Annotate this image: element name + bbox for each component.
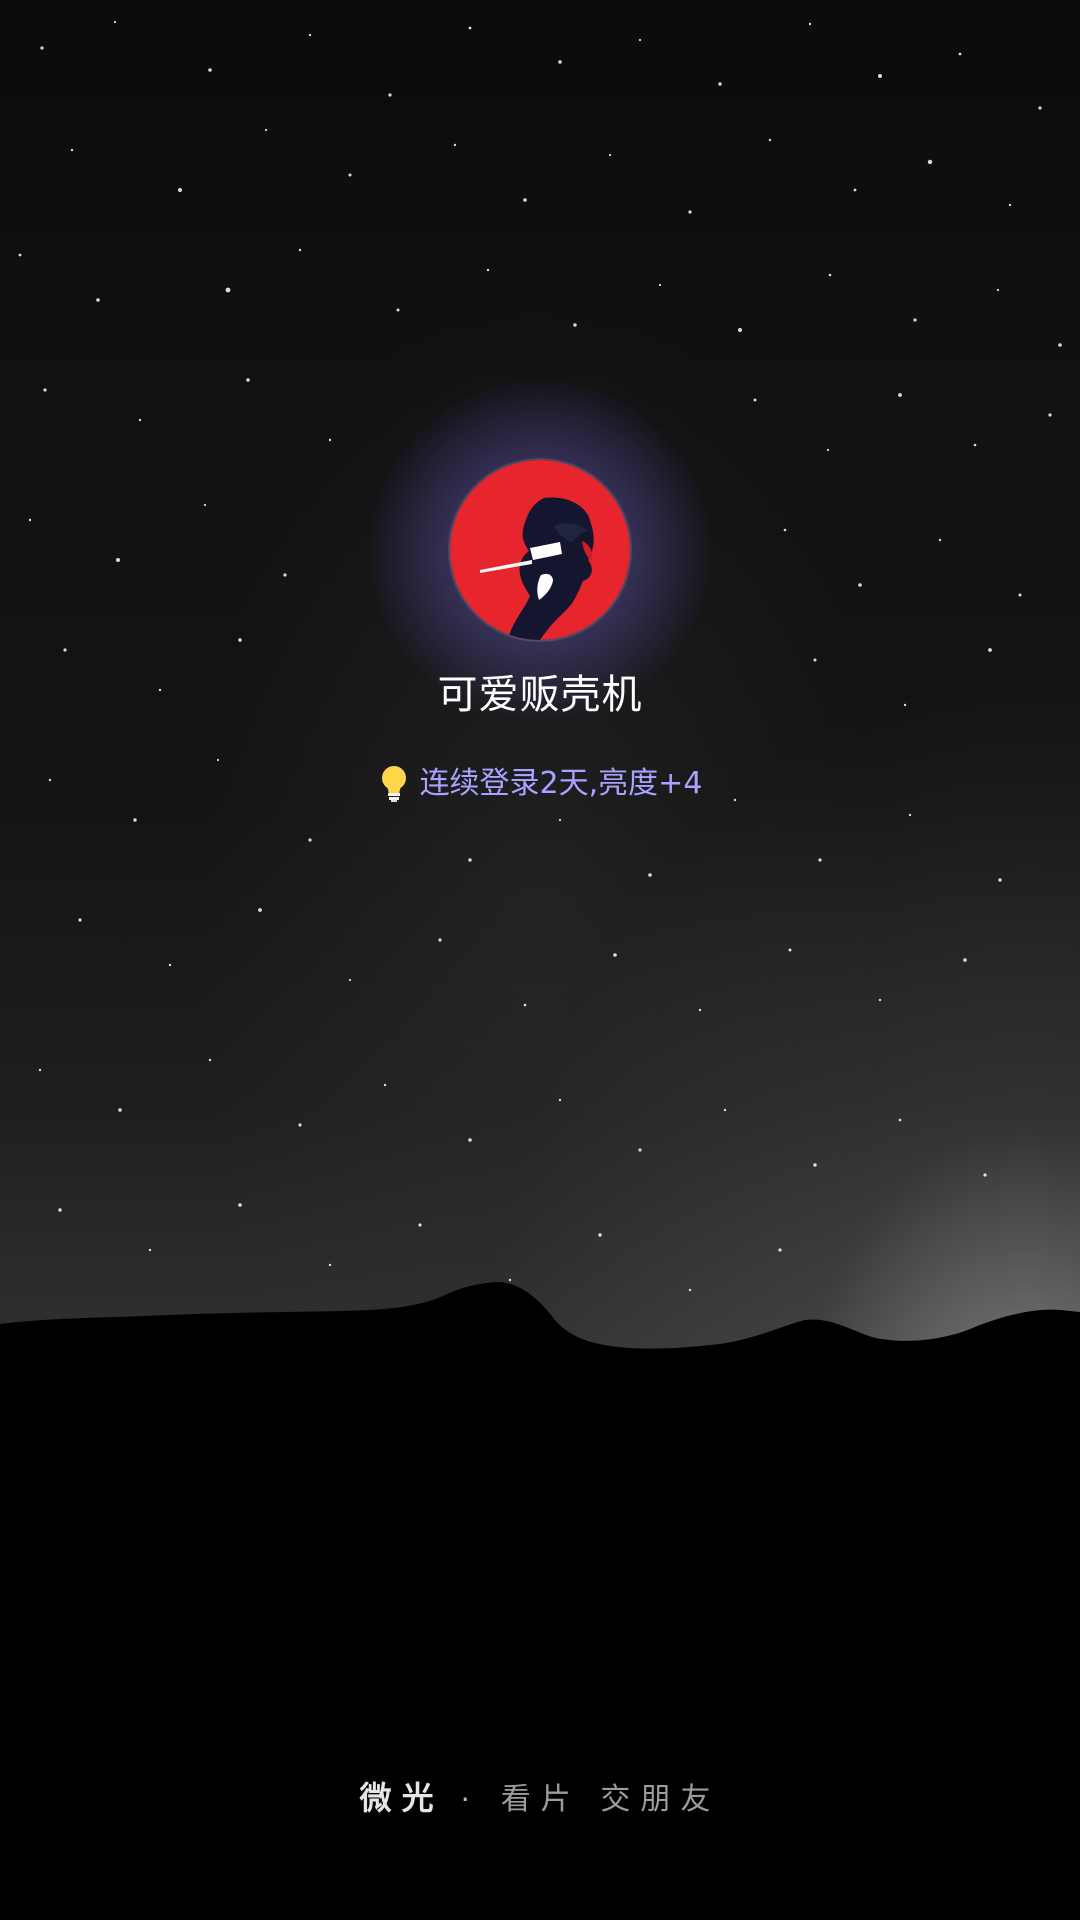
footer-slogan: 看片 交朋友 — [500, 1782, 721, 1817]
mountain-silhouette — [0, 1282, 1080, 1920]
login-streak-text: 连续登录2天,亮度+4 — [419, 766, 703, 801]
login-streak: 连续登录2天,亮度+4 — [0, 764, 1080, 804]
footer-tagline: 微光 · 看片 交朋友 — [0, 1774, 1080, 1828]
username: 可爱贩壳机 — [437, 672, 643, 718]
splash-screen: 可爱贩壳机 连续登录2天,亮度+4 微光 · 看片 交朋友 — [0, 0, 1080, 1920]
footer-brand: 微光 — [359, 1779, 444, 1817]
lightbulb-icon — [378, 764, 410, 804]
avatar[interactable] — [450, 460, 630, 640]
red-circle-anime-portrait-avatar-icon — [450, 460, 630, 640]
footer-separator: · — [460, 1783, 470, 1816]
